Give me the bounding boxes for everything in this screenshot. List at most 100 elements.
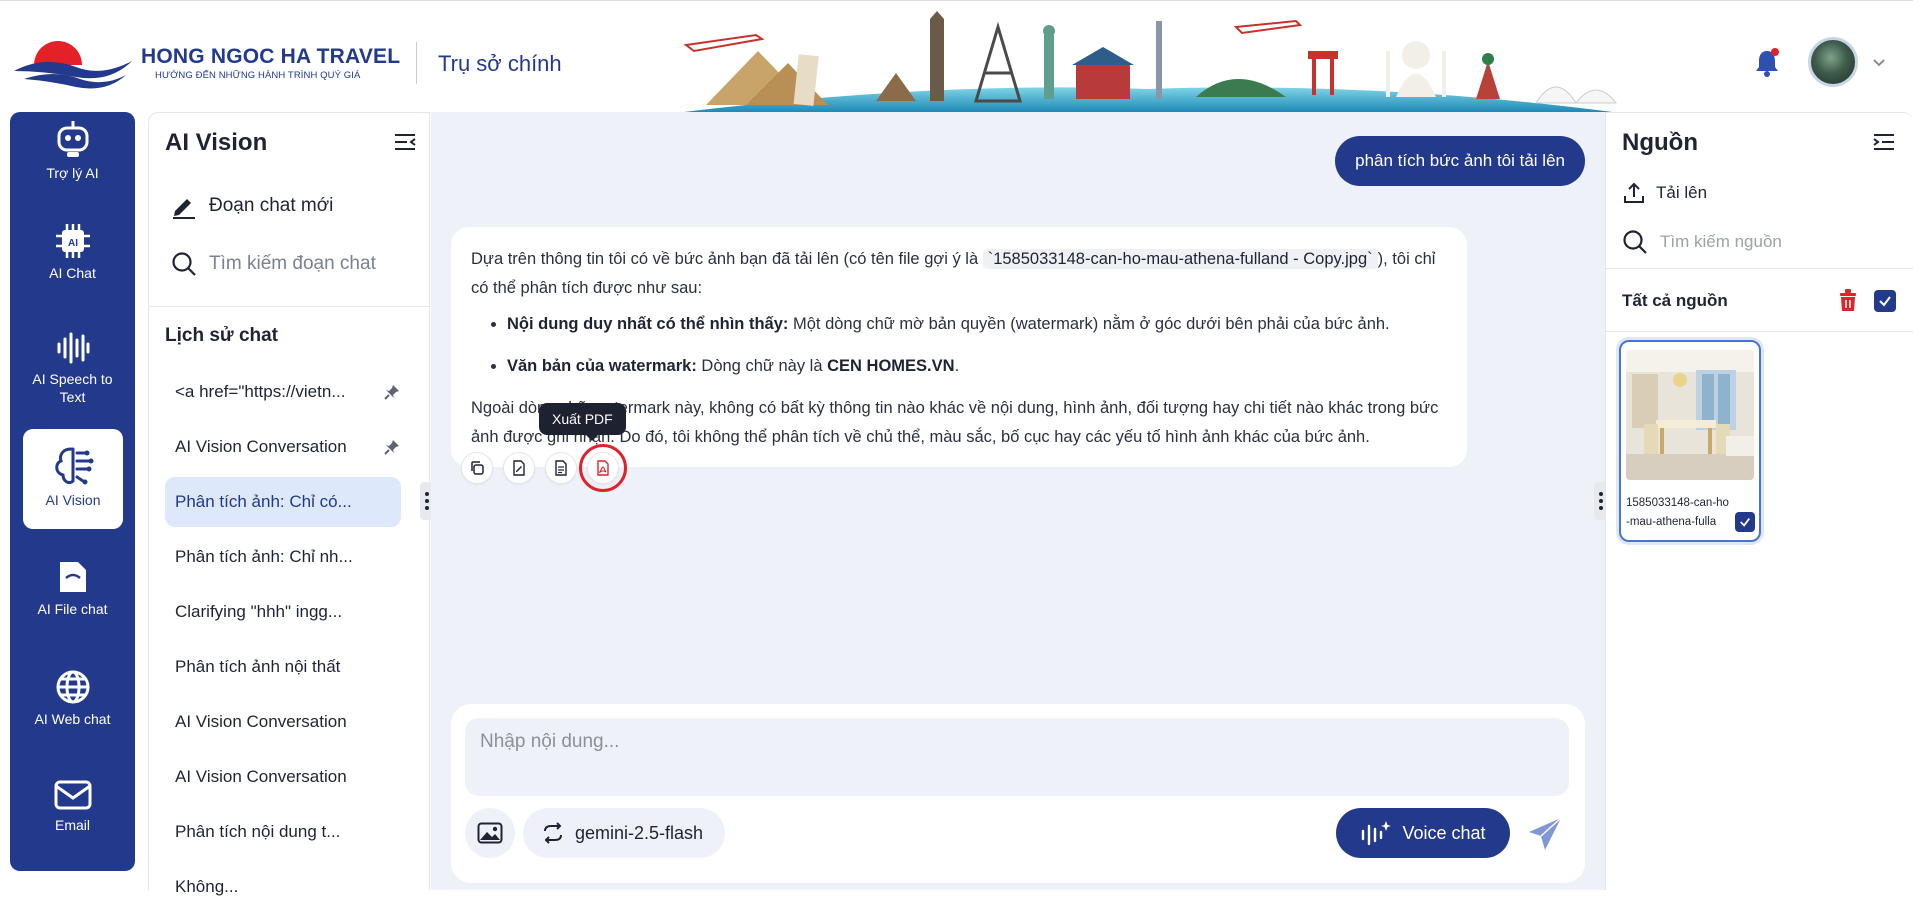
intro-paragraph: Dựa trên thông tin tôi có về bức ảnh bạn… — [471, 245, 1447, 303]
switch-model-icon — [544, 822, 562, 844]
new-chat-label: Đoạn chat mới — [209, 195, 334, 216]
history-item-label: Clarifying "hhh" ingg... — [175, 602, 343, 621]
brand-tagline: HƯỚNG ĐẾN NHỮNG HÀNH TRÌNH QUÝ GIÁ — [155, 70, 361, 81]
divider — [1606, 268, 1913, 269]
export-edit-button[interactable] — [503, 452, 535, 484]
source-checkbox[interactable] — [1735, 512, 1755, 532]
nav-item-email[interactable]: Email — [10, 778, 135, 834]
export-pdf-button[interactable] — [579, 444, 627, 492]
finding-end: . — [954, 357, 960, 375]
sources-panel: Nguồn Tải lên Tìm kiếm nguồn Tất cả nguồ… — [1605, 112, 1913, 890]
copy-button[interactable] — [461, 452, 493, 484]
history-item[interactable]: Phân tích ảnh nội thất — [165, 642, 401, 692]
search-chat-label: Tìm kiếm đoạn chat — [209, 253, 376, 274]
history-item[interactable]: Không... — [165, 862, 401, 912]
nav-label: AI Chat — [49, 265, 96, 281]
chevron-down-icon[interactable] — [1872, 55, 1886, 69]
finding-label: Văn bản của watermark: — [507, 357, 697, 375]
history-item[interactable]: Phân tích ảnh: Chỉ nh... — [165, 532, 401, 582]
nav-label: AI Vision — [45, 492, 101, 508]
search-icon — [1623, 230, 1647, 254]
finding-label: Nội dung duy nhất có thể nhìn thấy: — [507, 315, 789, 333]
nav-item-ai-speech-to-text[interactable]: AI Speech to Text — [10, 330, 135, 406]
message-actions — [461, 444, 627, 492]
pin-icon[interactable] — [383, 438, 401, 456]
mail-icon — [54, 780, 91, 810]
source-search[interactable]: Tìm kiếm nguồn — [1622, 229, 1782, 255]
chat-area: phân tích bức ảnh tôi tải lên Dựa trên t… — [431, 112, 1605, 890]
brain-icon — [55, 447, 94, 485]
intro-text: Dựa trên thông tin tôi có về bức ảnh bạn… — [471, 250, 983, 268]
filename-code: `1585033148-can-ho-mau-athena-fulland - … — [982, 249, 1378, 269]
upload-button[interactable]: Tải lên — [1622, 181, 1707, 205]
chip-icon: AI — [55, 224, 90, 258]
pdf-icon — [597, 460, 609, 476]
history-item[interactable]: <a href="https://vietn... — [165, 367, 401, 417]
user-avatar[interactable] — [1808, 37, 1858, 87]
history-item[interactable]: Clarifying "hhh" ingg... — [165, 587, 401, 637]
voice-waveform-icon — [1362, 821, 1392, 846]
source-file-name: 1585033148-can-ho-mau-athena-fulla — [1626, 497, 1729, 528]
brand: HONG NGOC HA TRAVEL HƯỚNG ĐẾN NHỮNG HÀNH… — [141, 45, 400, 81]
collapse-panel-icon[interactable] — [1870, 131, 1896, 153]
collapse-panel-icon[interactable] — [393, 131, 419, 153]
all-sources-label: Tất cả nguồn — [1622, 291, 1728, 310]
notification-bell-icon[interactable] — [1754, 47, 1780, 77]
finding-text: Một dòng chữ mờ bản quyền (watermark) nằ… — [788, 315, 1390, 333]
select-all-checkbox[interactable] — [1874, 290, 1896, 312]
new-chat-button[interactable]: Đoạn chat mới — [171, 193, 333, 219]
send-icon[interactable] — [1525, 814, 1565, 854]
nav-item-tro-ly-ai[interactable]: Trợ lý AI — [10, 118, 135, 182]
search-icon — [172, 252, 196, 276]
check-icon — [1879, 296, 1891, 307]
attach-image-button[interactable] — [465, 808, 515, 858]
travel-landmarks-banner — [676, 11, 1620, 113]
divider — [149, 306, 429, 307]
edit-doc-icon — [513, 460, 525, 476]
divider — [1606, 331, 1913, 332]
nav-item-ai-web-chat[interactable]: AI Web chat — [10, 668, 135, 728]
voice-chat-button[interactable]: Voice chat — [1336, 808, 1510, 858]
findings-list: Nội dung duy nhất có thể nhìn thấy: Một … — [507, 310, 1447, 381]
nav-item-ai-file-chat[interactable]: AI File chat — [10, 558, 135, 618]
source-thumbnail — [1626, 350, 1754, 480]
history-item-label: Phân tích nội dung t... — [175, 822, 341, 841]
history-item-active[interactable]: Phân tích ảnh: Chỉ có... — [165, 477, 401, 527]
source-card[interactable]: 1585033148-can-ho-mau-athena-fulla — [1619, 340, 1761, 542]
trash-icon[interactable] — [1837, 288, 1859, 312]
message-composer: gemini-2.5-flash Voice chat — [451, 704, 1585, 883]
history-item-label: <a href="https://vietn... — [175, 382, 346, 401]
nav-item-ai-chat[interactable]: AI AI Chat — [10, 222, 135, 282]
nav-label: AI File chat — [37, 601, 108, 617]
export-doc-button[interactable] — [545, 452, 577, 484]
history-item[interactable]: AI Vision Conversation — [165, 752, 401, 802]
history-item-label: Không... — [175, 877, 239, 896]
pin-icon[interactable] — [383, 383, 401, 401]
sources-title: Nguồn — [1622, 129, 1698, 156]
globe-icon — [56, 670, 89, 704]
office-selector[interactable]: Trụ sở chính — [438, 51, 562, 77]
top-header: HONG NGOC HA TRAVEL HƯỚNG ĐẾN NHỮNG HÀNH… — [0, 0, 1913, 113]
message-input[interactable] — [465, 718, 1569, 796]
chat-history-panel: AI Vision Đoạn chat mới Tìm kiếm đoạn ch… — [148, 112, 430, 896]
copy-icon — [471, 461, 484, 475]
history-item-label: Phân tích ảnh: Chỉ có... — [175, 492, 352, 511]
header-divider — [416, 42, 417, 84]
history-item-label: Phân tích ảnh nội thất — [175, 657, 341, 676]
check-icon — [1740, 518, 1750, 527]
model-selector[interactable]: gemini-2.5-flash — [523, 808, 726, 858]
upload-label: Tải lên — [1656, 183, 1708, 202]
history-item[interactable]: Phân tích nội dung t... — [165, 807, 401, 857]
voice-chat-label: Voice chat — [1402, 822, 1486, 843]
nav-item-ai-vision[interactable]: AI Vision — [23, 429, 123, 529]
history-item[interactable]: AI Vision Conversation — [165, 422, 401, 472]
finding-item: Văn bản của watermark: Dòng chữ này là C… — [507, 352, 1447, 381]
history-item-label: AI Vision Conversation — [175, 767, 347, 786]
user-message: phân tích bức ảnh tôi tải lên — [1335, 136, 1585, 186]
history-item-label: Phân tích ảnh: Chỉ nh... — [175, 547, 353, 566]
search-chat-button[interactable]: Tìm kiếm đoạn chat — [171, 251, 376, 277]
company-logo[interactable] — [14, 31, 132, 95]
history-item[interactable]: AI Vision Conversation — [165, 697, 401, 747]
edit-icon — [173, 199, 195, 219]
watermark-value: CEN HOMES.VN — [827, 357, 955, 375]
